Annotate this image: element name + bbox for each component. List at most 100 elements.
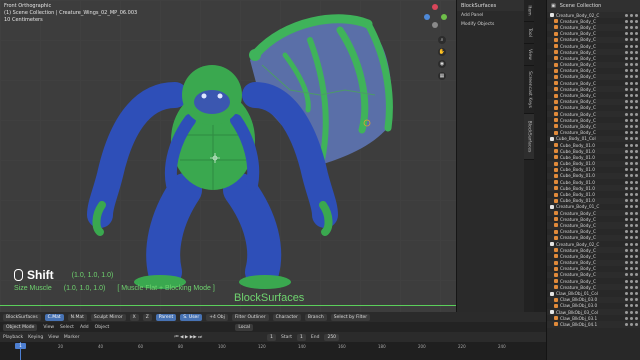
visibility-toggles[interactable] xyxy=(625,143,640,147)
visibility-toggles[interactable] xyxy=(625,230,640,234)
menu-marker[interactable]: Marker xyxy=(64,335,80,340)
menu-add[interactable]: Add xyxy=(80,325,89,330)
tool-header-item[interactable]: S. User xyxy=(180,313,203,321)
tab-tool[interactable]: Tool xyxy=(524,22,534,44)
visibility-toggles[interactable] xyxy=(625,44,640,48)
menu-playback[interactable]: Playback xyxy=(3,335,23,340)
visibility-toggles[interactable] xyxy=(625,217,640,221)
visibility-toggles[interactable] xyxy=(625,118,640,122)
visibility-toggles[interactable] xyxy=(625,292,640,296)
sidebar-item-modify-objects[interactable]: Modify Objects xyxy=(457,20,524,29)
grid-icon[interactable]: ▦ xyxy=(438,72,446,80)
sidebar-panel-title[interactable]: BlockSurfaces xyxy=(457,0,524,11)
timeline[interactable]: 020406080100120140160180200220240 1 xyxy=(0,342,546,360)
tool-header-item[interactable]: Z xyxy=(142,313,152,321)
tab-blocksurfaces[interactable]: BlockSurfaces xyxy=(524,114,534,160)
tool-header-item[interactable]: +4 Obj xyxy=(206,313,228,321)
menu-object[interactable]: Object xyxy=(95,325,110,330)
mode-select[interactable]: Object Mode xyxy=(3,323,38,331)
visibility-toggles[interactable] xyxy=(625,137,640,141)
visibility-toggles[interactable] xyxy=(625,75,640,79)
visibility-toggles[interactable] xyxy=(625,13,640,17)
visibility-toggles[interactable] xyxy=(625,316,640,320)
visibility-toggles[interactable] xyxy=(625,32,640,36)
visibility-toggles[interactable] xyxy=(625,279,640,283)
visibility-toggles[interactable] xyxy=(625,25,640,29)
visibility-toggles[interactable] xyxy=(625,63,640,67)
visibility-toggles[interactable] xyxy=(625,304,640,308)
visibility-toggles[interactable] xyxy=(625,223,640,227)
gizmo-y-axis[interactable] xyxy=(441,14,447,20)
visibility-toggles[interactable] xyxy=(625,285,640,289)
visibility-toggles[interactable] xyxy=(625,193,640,197)
tab-view[interactable]: View xyxy=(524,44,534,66)
tool-header-item[interactable]: Branch xyxy=(304,313,327,321)
gizmo-negative-axis[interactable] xyxy=(432,22,438,28)
visibility-toggles[interactable] xyxy=(625,112,640,116)
play-controls[interactable]: ⏮ ◀ ▶ ▶▶ ⏭ xyxy=(174,334,202,340)
tab-item[interactable]: Item xyxy=(524,0,534,22)
visibility-toggles[interactable] xyxy=(625,174,640,178)
sidebar-item-add-panel[interactable]: Add Panel xyxy=(457,11,524,20)
pan-hand-icon[interactable]: ✋ xyxy=(438,48,446,56)
camera-icon[interactable]: ◉ xyxy=(438,60,446,68)
visibility-toggles[interactable] xyxy=(625,69,640,73)
visibility-toggles[interactable] xyxy=(625,248,640,252)
gizmo-x-axis[interactable] xyxy=(424,14,430,20)
menu-view-timeline[interactable]: View xyxy=(48,335,59,340)
visibility-toggles[interactable] xyxy=(625,186,640,190)
visibility-toggles[interactable] xyxy=(625,106,640,110)
visibility-toggles[interactable] xyxy=(625,162,640,166)
tool-header-item[interactable]: C.Mat xyxy=(44,313,64,321)
end-frame-field[interactable]: 250 xyxy=(324,333,340,341)
tool-header-item[interactable]: Sculpt Mirror xyxy=(90,313,126,321)
visibility-toggles[interactable] xyxy=(625,180,640,184)
menu-select[interactable]: Select xyxy=(60,325,74,330)
visibility-toggles[interactable] xyxy=(625,168,640,172)
tool-header-item[interactable]: Parent xyxy=(155,313,177,321)
menu-view[interactable]: View xyxy=(43,325,54,330)
visibility-toggles[interactable] xyxy=(625,205,640,209)
visibility-toggles[interactable] xyxy=(625,242,640,246)
area-splitter[interactable] xyxy=(534,0,546,360)
tool-header-item[interactable]: BlockSurfaces xyxy=(3,313,41,321)
visibility-toggles[interactable] xyxy=(625,211,640,215)
visibility-toggles[interactable] xyxy=(625,298,640,302)
visibility-toggles[interactable] xyxy=(625,149,640,153)
playhead-frame[interactable]: 1 xyxy=(15,343,26,349)
tool-header-item[interactable]: Filter Outliner xyxy=(231,313,269,321)
zoom-icon[interactable]: ⌕ xyxy=(438,36,446,44)
visibility-toggles[interactable] xyxy=(625,100,640,104)
visibility-toggles[interactable] xyxy=(625,254,640,258)
visibility-toggles[interactable] xyxy=(625,310,640,314)
menu-keying[interactable]: Keying xyxy=(28,335,43,340)
tab-screencast-keys[interactable]: Screencast Keys xyxy=(524,66,534,114)
gizmo-z-axis[interactable] xyxy=(432,4,438,10)
outliner-row[interactable]: Claw_BlkObj_04.1 xyxy=(547,321,640,328)
visibility-toggles[interactable] xyxy=(625,155,640,159)
visibility-toggles[interactable] xyxy=(625,81,640,85)
visibility-toggles[interactable] xyxy=(625,50,640,54)
tool-header-item[interactable]: X xyxy=(129,313,139,321)
visibility-toggles[interactable] xyxy=(625,124,640,128)
visibility-toggles[interactable] xyxy=(625,236,640,240)
visibility-toggles[interactable] xyxy=(625,199,640,203)
visibility-toggles[interactable] xyxy=(625,322,640,326)
3d-viewport[interactable]: Front Orthographic (1) Scene Collection … xyxy=(0,0,456,312)
visibility-toggles[interactable] xyxy=(625,94,640,98)
tool-header-item[interactable]: Select by Filter xyxy=(330,313,371,321)
tool-header-item[interactable]: Character xyxy=(272,313,301,321)
pivot-select[interactable]: Local xyxy=(235,323,253,331)
visibility-toggles[interactable] xyxy=(625,87,640,91)
tool-header-item[interactable]: N.Mat xyxy=(67,313,87,321)
visibility-toggles[interactable] xyxy=(625,273,640,277)
visibility-toggles[interactable] xyxy=(625,131,640,135)
visibility-toggles[interactable] xyxy=(625,19,640,23)
visibility-toggles[interactable] xyxy=(625,261,640,265)
current-frame-field[interactable]: 1 xyxy=(267,333,277,341)
start-frame-field[interactable]: 1 xyxy=(297,333,306,341)
creature-model[interactable] xyxy=(0,0,456,312)
visibility-toggles[interactable] xyxy=(625,38,640,42)
visibility-toggles[interactable] xyxy=(625,56,640,60)
visibility-toggles[interactable] xyxy=(625,267,640,271)
